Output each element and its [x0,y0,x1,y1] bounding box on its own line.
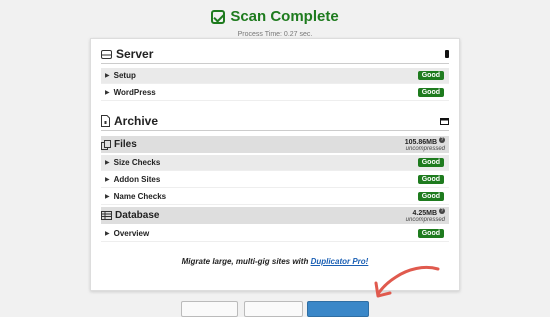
files-row-addon-sites[interactable]: ▶ Addon Sites Good [101,172,449,188]
archive-icon [101,115,110,127]
server-section-header: Server [101,45,449,64]
caret-right-icon: ▶ [105,194,110,200]
scan-panel: Server ▶ Setup Good ▶ WordPress Good Arc… [90,38,460,291]
check-icon [211,9,226,24]
files-row-name-checks[interactable]: ▶ Name Checks Good [101,189,449,205]
files-row-size-checks[interactable]: ▶ Size Checks Good [101,155,449,171]
title-text: Scan Complete [230,8,339,25]
help-icon[interactable]: ? [439,207,445,214]
status-badge: Good [417,158,444,167]
next-button[interactable] [307,301,369,317]
status-badge: Good [417,88,444,97]
files-title: Files [114,139,137,150]
row-label: Size Checks [113,158,161,167]
row-label: Setup [113,71,136,80]
database-title: Database [115,210,160,221]
server-title: Server [116,47,154,61]
row-label: Overview [113,229,150,238]
row-label: WordPress [113,88,156,97]
status-badge: Good [417,175,444,184]
status-badge: Good [417,229,444,238]
status-badge: Good [417,192,444,201]
caret-right-icon: ▶ [105,160,110,166]
files-size: 105.86MB? uncompressed [405,136,445,153]
caret-right-icon: ▶ [105,231,110,237]
files-size-note: uncompressed [405,146,445,152]
server-row-setup[interactable]: ▶ Setup Good [101,68,449,84]
files-icon [101,139,111,150]
caret-right-icon: ▶ [105,177,110,183]
back-button[interactable] [181,301,238,317]
page-title: Scan Complete [211,8,339,25]
server-icon [101,49,112,59]
database-size-note: uncompressed [405,217,445,223]
archive-section-header: Archive [101,112,449,131]
promo-text: Migrate large, multi-gig sites with [181,257,309,266]
row-label: Name Checks [113,192,167,201]
files-size-value: 105.86MB [404,139,437,146]
archive-title: Archive [114,114,159,128]
table-icon [101,211,112,220]
status-badge: Good [417,71,444,80]
caret-right-icon: ▶ [105,90,110,96]
caret-right-icon: ▶ [105,73,110,79]
help-icon[interactable]: ? [439,136,445,143]
server-row-wordpress[interactable]: ▶ WordPress Good [101,85,449,101]
database-group[interactable]: Database 4.25MB? uncompressed [101,207,449,224]
duplicator-pro-link[interactable]: Duplicator Pro! [311,257,369,266]
database-row-overview[interactable]: ▶ Overview Good [101,226,449,242]
files-group[interactable]: Files 105.86MB? uncompressed [101,136,449,153]
window-icon[interactable] [440,117,449,125]
database-size-value: 4.25MB [412,210,437,217]
row-label: Addon Sites [113,175,161,184]
process-time: Process Time: 0.27 sec. [237,30,313,38]
database-size: 4.25MB? uncompressed [406,207,445,224]
scan-header: Scan Complete Process Time: 0.27 sec. [0,8,550,38]
server-status-icon[interactable] [445,50,449,58]
annotation-arrow-icon [374,265,440,298]
rescan-button[interactable] [244,301,303,317]
